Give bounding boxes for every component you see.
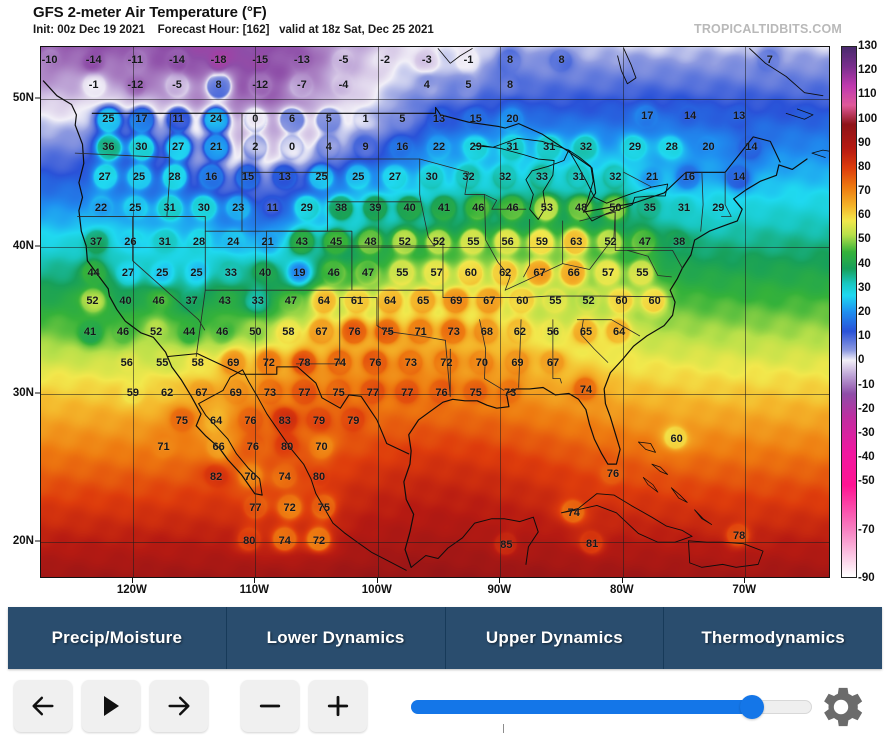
previous-frame-button[interactable] xyxy=(14,680,72,732)
colorbar-tick: -10 xyxy=(858,378,875,391)
tab-precip-moisture[interactable]: Precip/Moisture xyxy=(8,607,227,669)
longitude-tick xyxy=(131,578,133,583)
longitude-label: 70W xyxy=(732,584,757,596)
longitude-tick xyxy=(621,578,623,583)
increase-speed-button[interactable] xyxy=(309,680,367,732)
frame-slider[interactable] xyxy=(411,695,812,733)
longitude-label: 90W xyxy=(487,584,512,596)
colorbar-tick: 40 xyxy=(858,257,871,270)
next-frame-button[interactable] xyxy=(150,680,208,732)
tab-upper-dynamics[interactable]: Upper Dynamics xyxy=(446,607,665,669)
plus-icon xyxy=(327,695,349,717)
colorbar-tick: 10 xyxy=(858,330,871,343)
colorbar-tick: 120 xyxy=(858,64,878,77)
arrow-left-icon xyxy=(32,696,54,716)
colorbar-tick: 20 xyxy=(858,306,871,318)
latitude-label: 40N xyxy=(12,239,34,252)
colorbar-tick: 90 xyxy=(858,136,871,149)
category-tab-bar: Precip/Moisture Lower Dynamics Upper Dynam… xyxy=(8,607,882,669)
animation-controls xyxy=(0,676,890,750)
colorbar-tick: 130 xyxy=(858,40,878,52)
latitude-tick xyxy=(35,540,40,542)
settings-button[interactable] xyxy=(814,680,868,734)
longitude-tick xyxy=(499,578,501,583)
forecast-metadata: Init: 00z Dec 19 2021 Forecast Hour: [16… xyxy=(33,24,434,36)
latitude-tick xyxy=(35,245,40,246)
colorbar-tick: 110 xyxy=(858,88,877,101)
colorbar-tick: -20 xyxy=(858,402,875,415)
colorbar-tick: 70 xyxy=(858,185,871,198)
colorbar-tick: -30 xyxy=(858,426,875,439)
play-icon xyxy=(104,696,119,716)
minus-icon xyxy=(259,704,281,708)
temperature-field xyxy=(41,47,829,577)
play-button[interactable] xyxy=(82,680,140,732)
latitude-tick xyxy=(35,97,40,99)
longitude-label: 120W xyxy=(116,584,147,596)
colorbar-tick: 60 xyxy=(858,209,871,222)
latitude-label: 50N xyxy=(12,91,34,104)
tab-lower-dynamics[interactable]: Lower Dynamics xyxy=(227,607,446,669)
colorbar-tick: -90 xyxy=(858,572,875,584)
colorbar-tick: -50 xyxy=(858,475,875,488)
map-frame: -10 -14 -11 -14 -18 -15 -13 -5 -2 -3 -1 8 8 7 -1 -12 -5 8… xyxy=(40,46,830,578)
longitude-label: 100W xyxy=(361,584,392,596)
colorbar-tick: 30 xyxy=(858,281,871,294)
tropical-tidbits-model-viewer: GFS 2-meter Air Temperature (°F) Init: 0… xyxy=(0,0,890,750)
gear-icon xyxy=(824,687,863,727)
colorbar-tick: 80 xyxy=(858,160,871,173)
tab-thermodynamics[interactable]: Thermodynamics xyxy=(664,607,882,669)
slider-tick-mark xyxy=(503,724,505,733)
slider-thumb[interactable] xyxy=(739,695,764,719)
longitude-label: 80W xyxy=(609,584,634,596)
temperature-colorbar xyxy=(841,46,857,578)
latitude-tick xyxy=(35,392,40,394)
decrease-speed-button[interactable] xyxy=(241,680,299,732)
slider-fill xyxy=(411,700,752,714)
arrow-right-icon xyxy=(168,696,190,716)
colorbar-tick: -70 xyxy=(858,523,875,536)
site-watermark: TROPICALTIDBITS.COM xyxy=(693,22,842,36)
longitude-tick xyxy=(376,578,378,583)
colorbar-tick: 100 xyxy=(858,112,878,125)
longitude-label: 110W xyxy=(239,584,270,596)
colorbar-tick: 0 xyxy=(858,354,865,367)
longitude-tick xyxy=(254,578,256,583)
longitude-tick xyxy=(744,578,746,583)
colorbar-tick: 50 xyxy=(858,233,871,246)
page-title: GFS 2-meter Air Temperature (°F) xyxy=(33,4,267,21)
map-header: GFS 2-meter Air Temperature (°F) Init: 0… xyxy=(0,0,890,42)
latitude-label: 20N xyxy=(12,535,34,548)
colorbar-tick: -40 xyxy=(858,451,875,464)
latitude-label: 30N xyxy=(12,387,34,400)
temperature-map[interactable]: -10 -14 -11 -14 -18 -15 -13 -5 -2 -3 -1 8 8 7 -1 -12 -5 8… xyxy=(40,46,830,578)
